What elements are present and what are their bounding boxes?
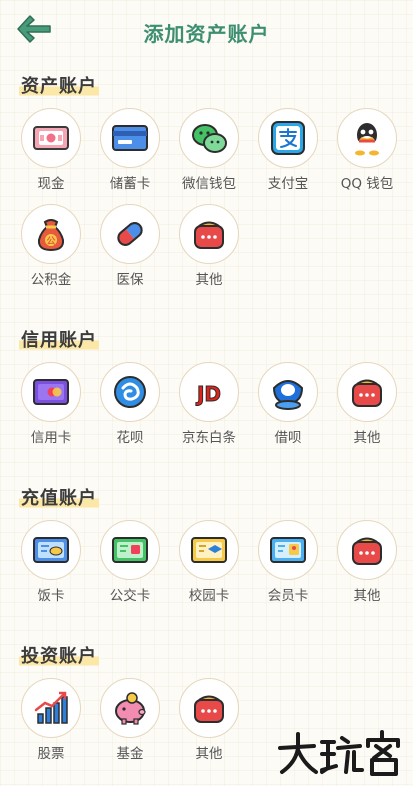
account-label: 其他	[195, 272, 223, 288]
section-2: 充值账户饭卡 公交卡 校园卡 会员卡 其他	[0, 484, 413, 664]
medicine-pill-icon	[117, 222, 143, 246]
icon-circle[interactable]	[21, 520, 81, 580]
account-label: 现金	[37, 176, 65, 192]
cash-icon	[33, 126, 69, 150]
jd-icon: JD	[194, 382, 221, 407]
account-option[interactable]: QQ 钱包	[334, 108, 400, 194]
bus-card-icon	[112, 537, 148, 563]
account-option[interactable]: 公交卡	[97, 520, 163, 606]
account-option[interactable]: 会员卡	[255, 520, 321, 606]
account-option[interactable]: 基金	[97, 678, 163, 764]
account-option[interactable]: 公公积金	[18, 204, 84, 290]
icon-circle[interactable]	[179, 108, 239, 168]
other-wallet-icon	[194, 695, 224, 723]
icon-circle[interactable]	[100, 520, 160, 580]
icon-circle[interactable]	[258, 108, 318, 168]
section-title: 信用账户	[19, 326, 99, 352]
other-wallet-icon	[352, 537, 382, 565]
account-label: 饭卡	[37, 588, 65, 604]
account-option[interactable]: 现金	[18, 108, 84, 194]
icon-circle[interactable]	[100, 108, 160, 168]
account-label: QQ 钱包	[340, 176, 394, 192]
account-option[interactable]: 其他	[176, 678, 242, 764]
account-option[interactable]: JD 京东白条	[176, 362, 242, 448]
other-wallet-icon	[352, 379, 382, 407]
icon-circle[interactable]: 公	[21, 204, 81, 264]
icon-circle[interactable]	[337, 108, 397, 168]
icon-circle[interactable]	[21, 678, 81, 738]
jd-logo-text: JD	[195, 382, 221, 406]
section-title: 投资账户	[19, 642, 99, 668]
account-label: 公积金	[30, 272, 72, 288]
account-label: 基金	[116, 746, 144, 762]
watermark-logo	[278, 730, 400, 776]
account-option[interactable]: 借呗	[255, 362, 321, 448]
account-option[interactable]: 校园卡	[176, 520, 242, 606]
icon-circle[interactable]	[258, 362, 318, 422]
header: 添加资产账户	[0, 0, 413, 60]
account-label: 会员卡	[267, 588, 309, 604]
account-label: 借呗	[274, 430, 302, 446]
account-option[interactable]: 医保	[97, 204, 163, 290]
account-option[interactable]: 储蓄卡	[97, 108, 163, 194]
account-label: 信用卡	[30, 430, 72, 446]
icon-circle[interactable]	[337, 520, 397, 580]
icon-circle[interactable]	[179, 678, 239, 738]
account-label: 校园卡	[188, 588, 230, 604]
fund-bag-icon: 公	[37, 219, 65, 252]
icon-circle[interactable]	[21, 362, 81, 422]
stock-chart-icon	[34, 691, 68, 724]
account-option[interactable]: 股票	[18, 678, 84, 764]
fund-badge-text: 公	[46, 236, 55, 247]
jiebei-icon	[272, 380, 304, 410]
account-option[interactable]: 其他	[334, 520, 400, 606]
section-1: 信用账户信用卡 花呗 JD 京东白条 借呗 其他	[0, 326, 413, 506]
account-label: 其他	[195, 746, 223, 762]
icon-circle[interactable]	[179, 520, 239, 580]
account-label: 京东白条	[182, 430, 236, 446]
icon-circle[interactable]	[100, 678, 160, 738]
account-label: 股票	[37, 746, 65, 762]
meal-card-icon	[33, 537, 69, 563]
account-option[interactable]: 其他	[176, 204, 242, 290]
account-label: 其他	[353, 588, 381, 604]
debit-card-icon	[112, 125, 148, 151]
icon-circle[interactable]	[21, 108, 81, 168]
icon-circle[interactable]: JD	[179, 362, 239, 422]
alipay-icon	[271, 121, 305, 155]
other-wallet-icon	[194, 221, 224, 249]
account-option[interactable]: 饭卡	[18, 520, 84, 606]
member-card-icon	[270, 537, 306, 563]
icon-circle[interactable]	[337, 362, 397, 422]
qq-icon	[355, 123, 379, 156]
account-label: 储蓄卡	[109, 176, 151, 192]
section-0: 资产账户 现金 储蓄卡 微信钱包 支付宝 QQ 钱包公公积金 医保 其他	[0, 72, 413, 288]
icon-circle[interactable]	[258, 520, 318, 580]
piggy-bank-icon	[115, 692, 146, 725]
account-label: 其他	[353, 430, 381, 446]
section-title: 资产账户	[19, 72, 99, 98]
account-label: 公交卡	[109, 588, 151, 604]
icon-circle[interactable]	[100, 362, 160, 422]
credit-card-icon	[33, 379, 69, 405]
huabei-icon	[114, 376, 146, 408]
section-title: 充值账户	[19, 484, 99, 510]
account-option[interactable]: 花呗	[97, 362, 163, 448]
account-label: 花呗	[116, 430, 144, 446]
account-label: 医保	[116, 272, 144, 288]
account-option[interactable]: 支付宝	[255, 108, 321, 194]
icon-circle[interactable]	[100, 204, 160, 264]
page-title: 添加资产账户	[143, 22, 270, 46]
account-option[interactable]: 信用卡	[18, 362, 84, 448]
account-label: 支付宝	[267, 176, 309, 192]
icon-circle[interactable]	[179, 204, 239, 264]
account-option[interactable]: 其他	[334, 362, 400, 448]
campus-card-icon	[191, 537, 227, 563]
wechat-icon	[192, 124, 227, 153]
account-label: 微信钱包	[182, 176, 236, 192]
account-option[interactable]: 微信钱包	[176, 108, 242, 194]
